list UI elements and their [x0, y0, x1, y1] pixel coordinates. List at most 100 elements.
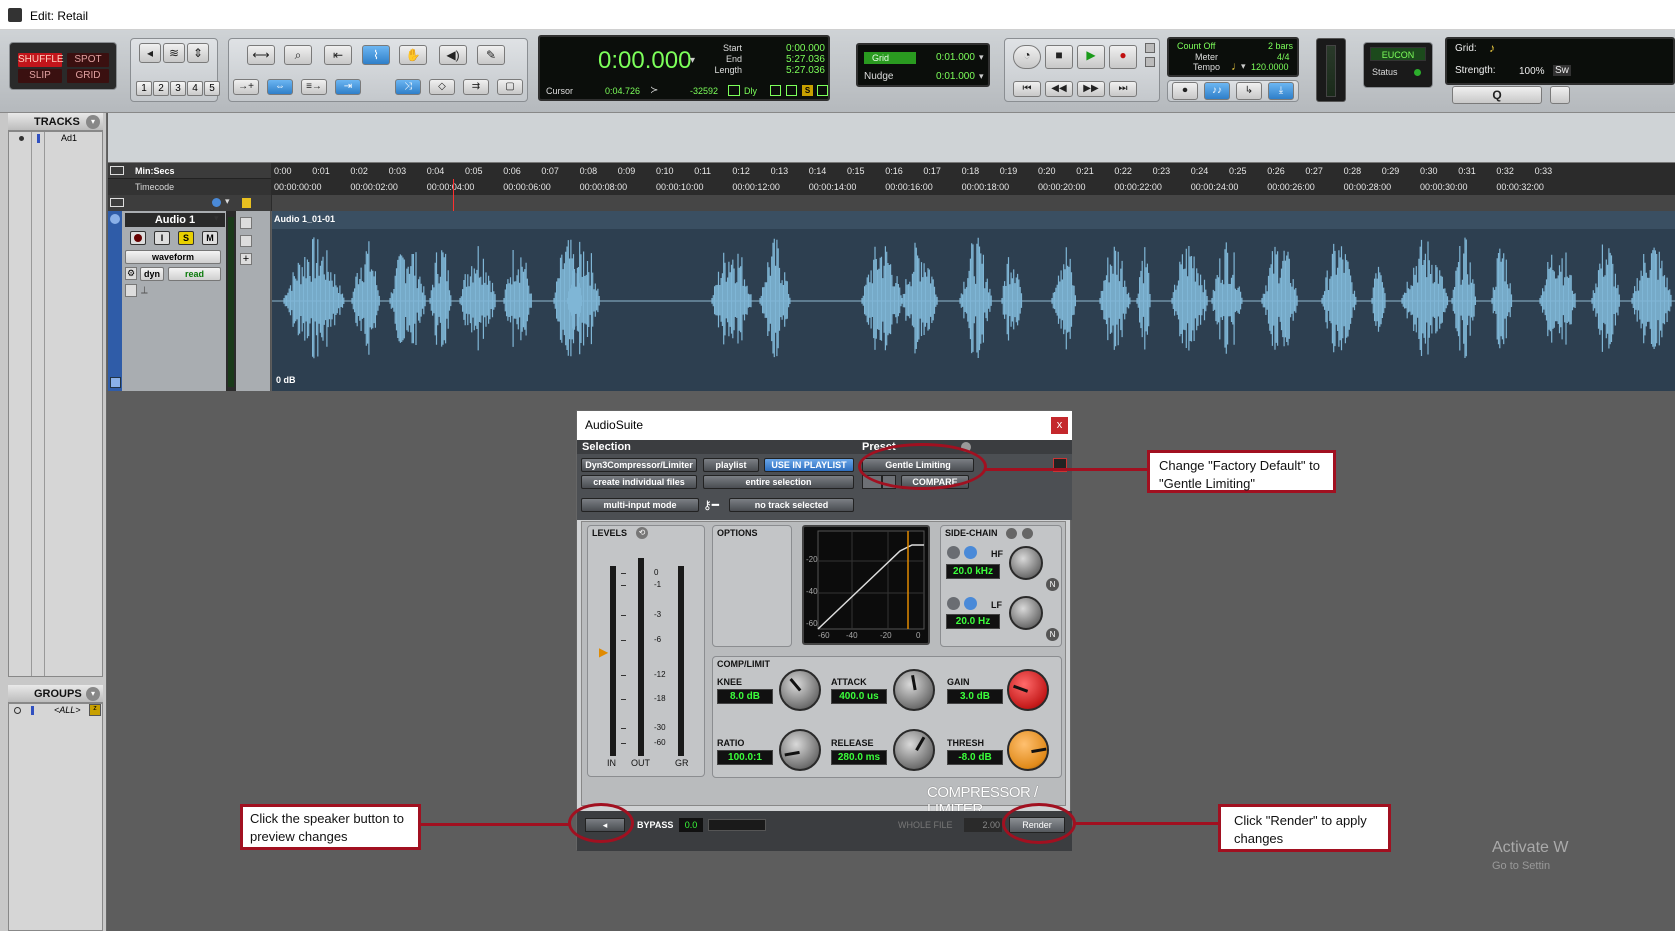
eucon-button[interactable]: EUCON — [1370, 47, 1426, 61]
nudge-dropdown-icon[interactable]: ▾ — [979, 71, 984, 82]
quantize-button[interactable]: Q — [1452, 86, 1542, 104]
stop-icon[interactable]: ■ — [1045, 45, 1073, 69]
attack-knob[interactable] — [893, 669, 935, 711]
add-lane-icon[interactable]: + — [240, 253, 252, 265]
sidechain-listen-icon[interactable] — [1006, 528, 1017, 539]
note-value-icon[interactable]: ♪ — [1489, 41, 1495, 55]
counter-flag-2[interactable] — [786, 85, 797, 96]
key-icon[interactable]: ⚷━ — [703, 498, 719, 512]
whole-file-label[interactable]: WHOLE FILE — [898, 820, 953, 830]
group-toggle-icon[interactable] — [14, 707, 21, 714]
tempo-dropdown-icon[interactable]: ▾ — [1241, 61, 1246, 72]
insertion-follows-icon[interactable]: →+ — [233, 79, 259, 95]
ratio-knob[interactable] — [779, 729, 821, 771]
track-playlist-area[interactable]: Audio 1_01-01 0 dB — [272, 211, 1675, 391]
count-off-label[interactable]: Count Off — [1177, 41, 1215, 51]
track-name[interactable]: Audio 1 — [125, 213, 225, 227]
go-to-end-icon[interactable]: ⏭ — [1109, 81, 1137, 97]
selection-mode-selector[interactable]: entire selection — [703, 475, 854, 489]
waveform-zoom-icon[interactable]: ≋ — [163, 43, 185, 63]
solo-flag-icon[interactable]: S — [802, 85, 813, 96]
handle-length-value[interactable]: 2.00 — [964, 818, 1002, 832]
record-icon[interactable]: ● — [1109, 45, 1137, 69]
track-list-item[interactable]: Ad1 — [61, 133, 77, 143]
clip-name[interactable]: Audio 1_01-01 — [274, 214, 335, 224]
marker-icon[interactable] — [242, 198, 251, 208]
meter-value[interactable]: 4/4 — [1277, 52, 1290, 62]
lf-value[interactable]: 20.0 Hz — [946, 614, 1000, 629]
track-visible-dot[interactable] — [19, 136, 24, 141]
delay-comp-icon[interactable] — [728, 85, 740, 96]
zoom-out-icon[interactable]: ◂ — [139, 43, 161, 63]
tab-to-transient-icon[interactable]: ⇥ — [335, 79, 361, 95]
tempo-value[interactable]: 120.0000 — [1251, 62, 1289, 72]
groups-menu-icon[interactable]: ▾ — [86, 687, 100, 701]
countoff-icon[interactable]: ↳ — [1236, 82, 1262, 100]
playlist-selector[interactable]: playlist — [703, 458, 759, 472]
threshold-arrow-icon[interactable]: ▶ — [599, 645, 608, 659]
gain-knob[interactable] — [1007, 669, 1049, 711]
track-resize-icon[interactable] — [110, 377, 121, 388]
main-time[interactable]: 0:00.000 — [598, 47, 691, 75]
automation-follows-icon[interactable]: ◇ — [429, 79, 455, 95]
automation-mode-selector[interactable]: read — [168, 267, 221, 281]
grid-dropdown-icon[interactable]: ▾ — [979, 52, 984, 63]
counter-flag-3[interactable] — [817, 85, 828, 96]
nudge-value[interactable]: 0:01.000 — [936, 71, 975, 82]
clip-gain[interactable]: 0 dB — [276, 375, 296, 385]
zoom-preset-5[interactable]: 5 — [204, 81, 220, 96]
tracks-menu-icon[interactable]: ▾ — [86, 115, 100, 129]
trim-tool-icon[interactable]: ⇤ — [324, 45, 352, 65]
track-select-icon[interactable] — [110, 214, 120, 224]
marker-view-icon[interactable] — [110, 198, 124, 207]
lf-n-icon[interactable]: N — [1046, 628, 1059, 641]
scrubber-tool-icon[interactable]: ◀) — [439, 45, 467, 65]
dyn-label[interactable]: dyn — [140, 267, 164, 281]
release-value[interactable]: 280.0 ms — [831, 750, 887, 765]
bypass-button[interactable]: BYPASS — [637, 820, 673, 830]
midi-merge-icon[interactable]: ⤓ — [1268, 82, 1294, 100]
lf-type-icon[interactable] — [947, 597, 960, 610]
audio-waveform[interactable] — [272, 229, 1675, 391]
create-files-selector[interactable]: create individual files — [581, 475, 697, 489]
markers-ruler[interactable] — [272, 195, 1675, 211]
link-timeline-icon[interactable]: ⇔ — [267, 79, 293, 95]
magnify-icon[interactable]: ⌕ — [284, 45, 312, 65]
nudge-label[interactable]: Nudge — [864, 71, 893, 82]
lf-knob[interactable] — [1009, 596, 1043, 630]
grid-toggle[interactable]: Grid — [864, 52, 916, 64]
play-icon[interactable]: ▶ — [1077, 45, 1105, 69]
playhead-icon[interactable] — [212, 198, 221, 207]
end-value[interactable]: 5:27.036 — [786, 54, 825, 65]
zoom-preset-4[interactable]: 4 — [187, 81, 203, 96]
rewind-icon[interactable]: ◀◀ — [1045, 81, 1073, 97]
slip-mode-button[interactable]: SLIP — [17, 68, 63, 84]
close-button[interactable]: x — [1051, 417, 1068, 434]
grid-mode-button[interactable]: GRID — [66, 68, 110, 84]
attack-value[interactable]: 400.0 us — [831, 689, 887, 704]
zoom-in-icon[interactable]: ⇕ — [187, 43, 209, 63]
zoom-preset-3[interactable]: 3 — [170, 81, 186, 96]
sidechain-key-icon[interactable] — [1022, 528, 1033, 539]
hf-knob[interactable] — [1009, 546, 1043, 580]
hf-value[interactable]: 20.0 kHz — [946, 564, 1000, 579]
mirror-midi-icon[interactable]: ⤨ — [395, 79, 421, 95]
hf-type-icon[interactable] — [947, 546, 960, 559]
playlist-icon[interactable]: ⚙ — [125, 267, 137, 280]
knee-value[interactable]: 8.0 dB — [717, 689, 773, 704]
thresh-value[interactable]: -8.0 dB — [947, 750, 1003, 765]
return-to-zero-icon[interactable]: ⏮ — [1013, 81, 1041, 97]
use-in-playlist-button[interactable]: USE IN PLAYLIST — [764, 458, 854, 472]
strength-value[interactable]: 100% — [1519, 66, 1545, 77]
plugin-selector[interactable]: Dyn3Compressor/Limiter — [581, 458, 697, 472]
counter-flag-1[interactable] — [770, 85, 781, 96]
pencil-tool-icon[interactable]: ✎ — [477, 45, 505, 65]
multi-input-selector[interactable]: multi-input mode — [581, 498, 699, 512]
levels-reset-icon[interactable]: ⟲ — [636, 527, 648, 539]
hf-n-icon[interactable]: N — [1046, 578, 1059, 591]
side-chain-selector[interactable]: no track selected — [729, 498, 854, 512]
transport-small-2[interactable] — [1145, 57, 1155, 67]
fast-forward-icon[interactable]: ▶▶ — [1077, 81, 1105, 97]
ruler-view-icon[interactable] — [110, 166, 124, 175]
input-monitor-button[interactable]: I — [154, 231, 170, 245]
